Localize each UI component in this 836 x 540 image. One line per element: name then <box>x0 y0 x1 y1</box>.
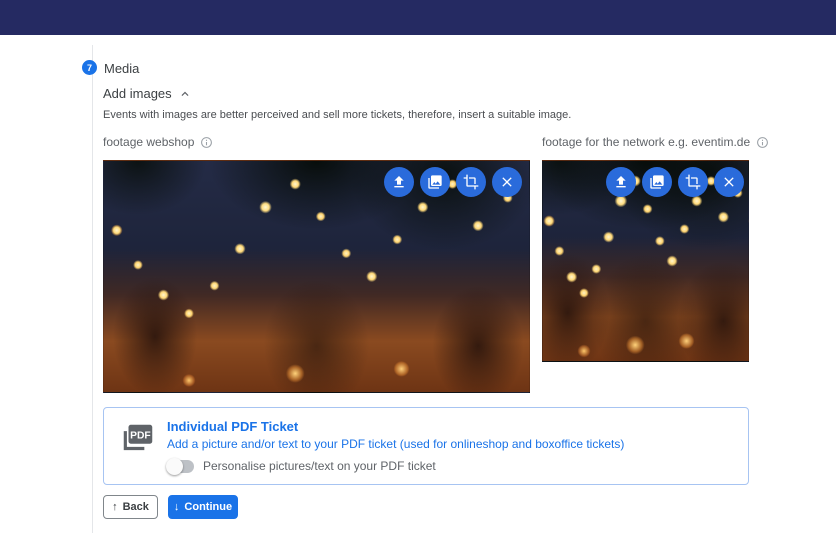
gallery-icon <box>649 174 665 190</box>
webshop-footage-label-text: footage webshop <box>103 135 194 149</box>
pdf-icon: PDF <box>119 420 157 458</box>
network-footage-label: footage for the network e.g. eventim.de <box>542 135 769 149</box>
crop-image-button[interactable] <box>678 167 708 197</box>
arrow-down-icon: ↓ <box>174 501 180 513</box>
network-footage-photo <box>542 160 749 362</box>
crop-icon <box>685 174 701 190</box>
remove-image-button[interactable] <box>714 167 744 197</box>
photo-action-toolbar <box>606 167 744 197</box>
close-icon <box>499 174 515 190</box>
continue-button[interactable]: ↓ Continue <box>168 495 238 519</box>
add-images-description: Events with images are better perceived … <box>103 109 571 121</box>
media-step-page: 7 Media Add images Events with images ar… <box>0 0 836 540</box>
upload-icon <box>391 174 407 190</box>
upload-icon <box>613 174 629 190</box>
network-footage-label-text: footage for the network e.g. eventim.de <box>542 135 750 149</box>
personalise-pdf-toggle-label: Personalise pictures/text on your PDF ti… <box>203 459 436 473</box>
crop-image-button[interactable] <box>456 167 486 197</box>
gallery-button[interactable] <box>420 167 450 197</box>
app-header-bar <box>0 0 836 35</box>
step-title: Media <box>104 61 139 76</box>
toggle-knob <box>166 458 183 475</box>
back-button[interactable]: ↑ Back <box>103 495 158 519</box>
step-number-badge: 7 <box>82 60 97 75</box>
photo-action-toolbar <box>384 167 522 197</box>
individual-pdf-ticket-panel: PDF Individual PDF Ticket Add a picture … <box>103 407 749 485</box>
pdf-personalise-row: Personalise pictures/text on your PDF ti… <box>167 459 436 473</box>
svg-text:PDF: PDF <box>130 430 151 441</box>
gallery-icon <box>427 174 443 190</box>
remove-image-button[interactable] <box>492 167 522 197</box>
step-connector-line <box>92 45 93 533</box>
close-icon <box>721 174 737 190</box>
info-icon[interactable] <box>200 136 213 149</box>
webshop-footage-photo <box>103 160 530 393</box>
back-button-label: Back <box>123 501 149 513</box>
info-icon[interactable] <box>756 136 769 149</box>
upload-image-button[interactable] <box>384 167 414 197</box>
continue-button-label: Continue <box>184 501 232 513</box>
chevron-up-icon <box>178 87 192 101</box>
gallery-button[interactable] <box>642 167 672 197</box>
pdf-ticket-description: Add a picture and/or text to your PDF ti… <box>167 437 624 451</box>
upload-image-button[interactable] <box>606 167 636 197</box>
personalise-pdf-toggle[interactable] <box>167 460 194 473</box>
add-images-title: Add images <box>103 86 172 101</box>
pdf-ticket-title: Individual PDF Ticket <box>167 419 298 434</box>
arrow-up-icon: ↑ <box>112 501 118 513</box>
webshop-footage-label: footage webshop <box>103 135 213 149</box>
add-images-section-toggle[interactable]: Add images <box>103 86 192 101</box>
crop-icon <box>463 174 479 190</box>
